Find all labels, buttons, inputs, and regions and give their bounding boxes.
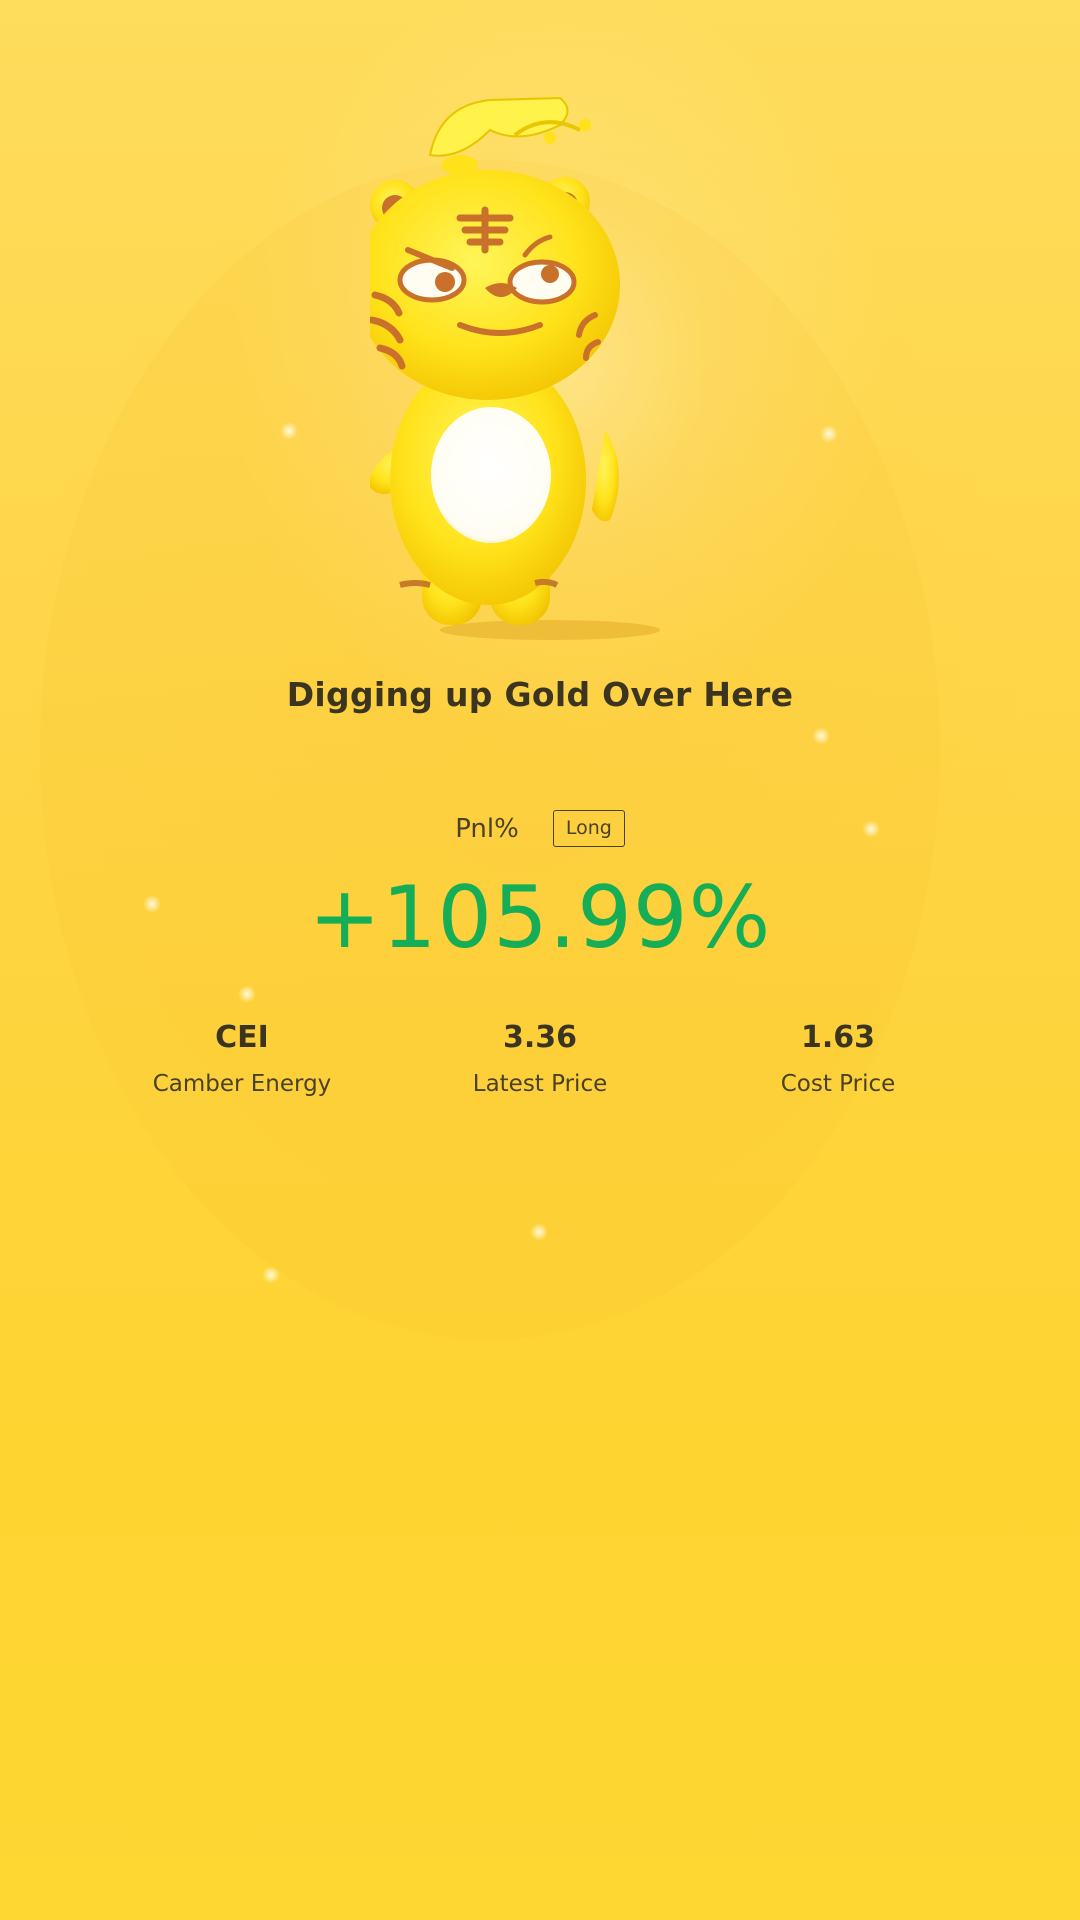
pnl-header: Pnl% Long <box>0 810 1080 847</box>
sparkle <box>238 985 256 1003</box>
latest-price-label: Latest Price <box>472 1071 608 1097</box>
pnl-label: Pnl% <box>455 813 519 844</box>
position-direction-badge: Long <box>552 810 625 847</box>
stat-latest-price: 3.36 Latest Price <box>390 1020 690 1098</box>
sparkle <box>820 425 838 443</box>
sparkle <box>812 727 830 745</box>
sparkle <box>262 1266 280 1284</box>
cost-price-label: Cost Price <box>780 1071 896 1097</box>
latest-price-value: 3.36 <box>502 1020 578 1055</box>
stat-cost-price: 1.63 Cost Price <box>688 1020 988 1098</box>
sparkle <box>280 422 298 440</box>
stock-name: Camber Energy <box>152 1071 332 1097</box>
headline-title: Digging up Gold Over Here <box>286 675 794 714</box>
pnl-percentage-value: +105.99% <box>308 868 772 968</box>
sparkle <box>530 1223 548 1241</box>
cost-price-value: 1.63 <box>800 1020 876 1055</box>
stock-symbol: CEI <box>215 1020 269 1055</box>
tiger-mascot-illustration <box>370 96 660 640</box>
stat-symbol: CEI Camber Energy <box>92 1020 392 1098</box>
